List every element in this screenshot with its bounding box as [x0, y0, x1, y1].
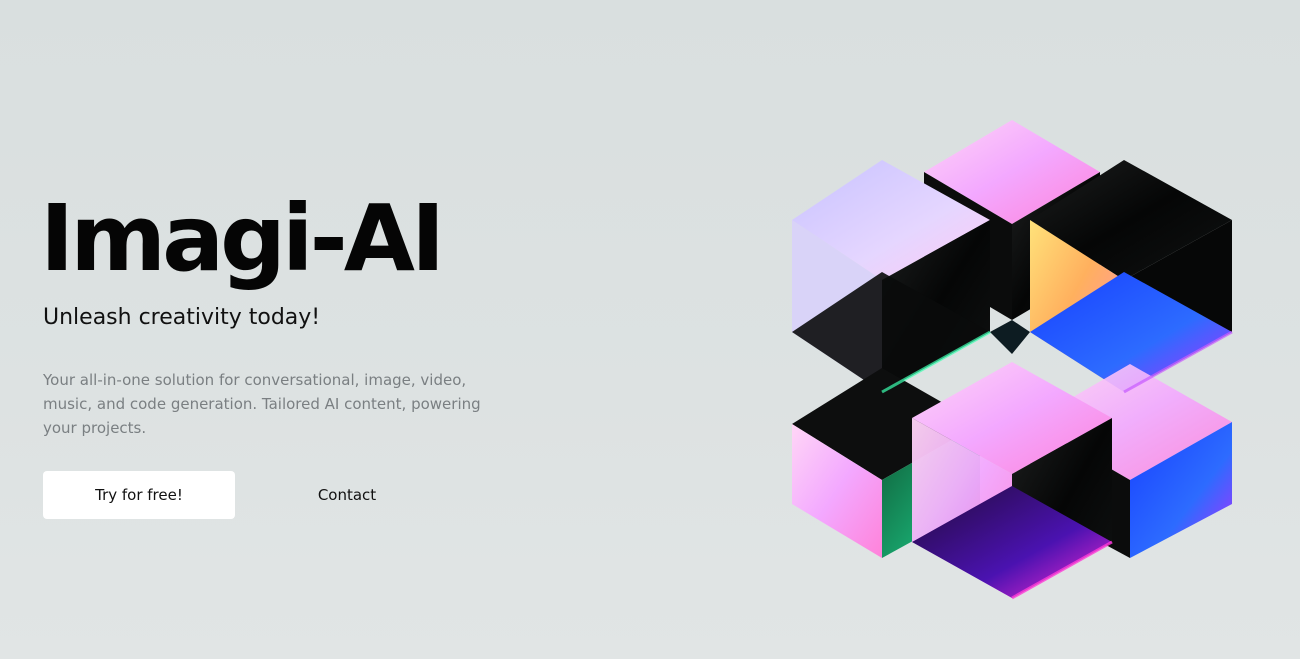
contact-button[interactable]: Contact	[262, 471, 432, 519]
hero-tagline: Unleash creativity today!	[43, 305, 321, 330]
hero-description: Your all-in-one solution for conversatio…	[43, 371, 481, 437]
brand-title: Imagi-AI	[40, 185, 445, 292]
try-for-free-button[interactable]: Try for free!	[43, 471, 235, 519]
hero-section: Imagi-AI Unleash creativity today! Your …	[0, 0, 1300, 659]
iridescent-cubes-illustration	[792, 120, 1233, 600]
cube-center-connector	[990, 320, 1030, 354]
